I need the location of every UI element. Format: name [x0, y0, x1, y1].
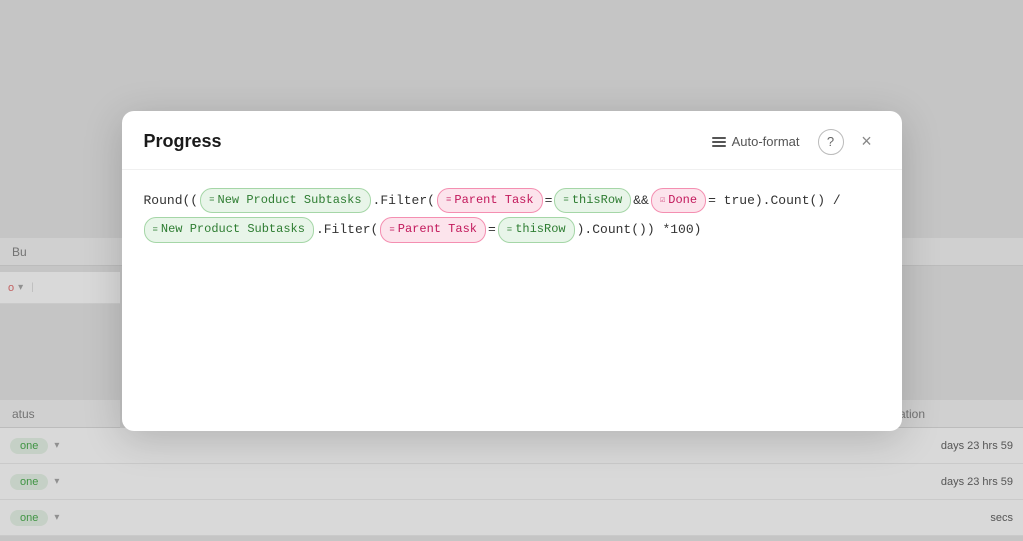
formula-line-1: Round(( ≡ New Product Subtasks .Filter( … [144, 188, 880, 214]
field-icon-7: ≡ [507, 222, 512, 238]
field-new-product-subtasks-1[interactable]: ≡ New Product Subtasks [200, 188, 370, 214]
formula-line-2: ≡ New Product Subtasks .Filter( ≡ Parent… [144, 217, 880, 243]
auto-format-button[interactable]: Auto-format [704, 130, 808, 153]
field-icon-2: ≡ [446, 192, 451, 208]
field-icon-4: ☑ [660, 192, 665, 208]
modal: Progress Auto-format ? × Rou [122, 111, 902, 431]
token-equals-3: = [488, 218, 496, 241]
field-icon-3: ≡ [563, 192, 568, 208]
help-icon: ? [827, 134, 834, 149]
auto-format-label: Auto-format [732, 134, 800, 149]
token-round-open: Round(( [144, 189, 199, 212]
field-label-4: Done [668, 190, 697, 212]
field-icon-1: ≡ [209, 192, 214, 208]
field-parent-task-2[interactable]: ≡ Parent Task [380, 217, 486, 243]
close-icon: × [861, 131, 872, 152]
token-filter-1: .Filter( [373, 189, 435, 212]
field-parent-task-1[interactable]: ≡ Parent Task [437, 188, 543, 214]
field-label-3: thisRow [572, 190, 622, 212]
formula-editor[interactable]: Round(( ≡ New Product Subtasks .Filter( … [122, 170, 902, 431]
field-icon-6: ≡ [389, 222, 394, 238]
token-and: && [633, 189, 649, 212]
token-suffix: ).Count()) *100) [577, 218, 702, 241]
modal-header: Progress Auto-format ? × [122, 111, 902, 170]
field-thisrow-1[interactable]: ≡ thisRow [554, 188, 631, 214]
field-done[interactable]: ☑ Done [651, 188, 706, 214]
token-filter-2: .Filter( [316, 218, 378, 241]
token-equals-1: = [545, 189, 553, 212]
modal-title: Progress [144, 131, 222, 152]
field-thisrow-2[interactable]: ≡ thisRow [498, 217, 575, 243]
token-equals-2: = true).Count() / [708, 189, 841, 212]
help-button[interactable]: ? [818, 129, 844, 155]
field-label-1: New Product Subtasks [218, 190, 362, 212]
modal-header-actions: Auto-format ? × [704, 129, 880, 155]
field-label-7: thisRow [515, 219, 565, 241]
hamburger-icon [712, 137, 726, 147]
field-label-2: Parent Task [454, 190, 533, 212]
field-label-6: Parent Task [398, 219, 477, 241]
field-new-product-subtasks-2[interactable]: ≡ New Product Subtasks [144, 217, 314, 243]
close-button[interactable]: × [854, 129, 880, 155]
field-icon-5: ≡ [153, 222, 158, 238]
modal-overlay: Progress Auto-format ? × Rou [0, 0, 1023, 541]
field-label-5: New Product Subtasks [161, 219, 305, 241]
